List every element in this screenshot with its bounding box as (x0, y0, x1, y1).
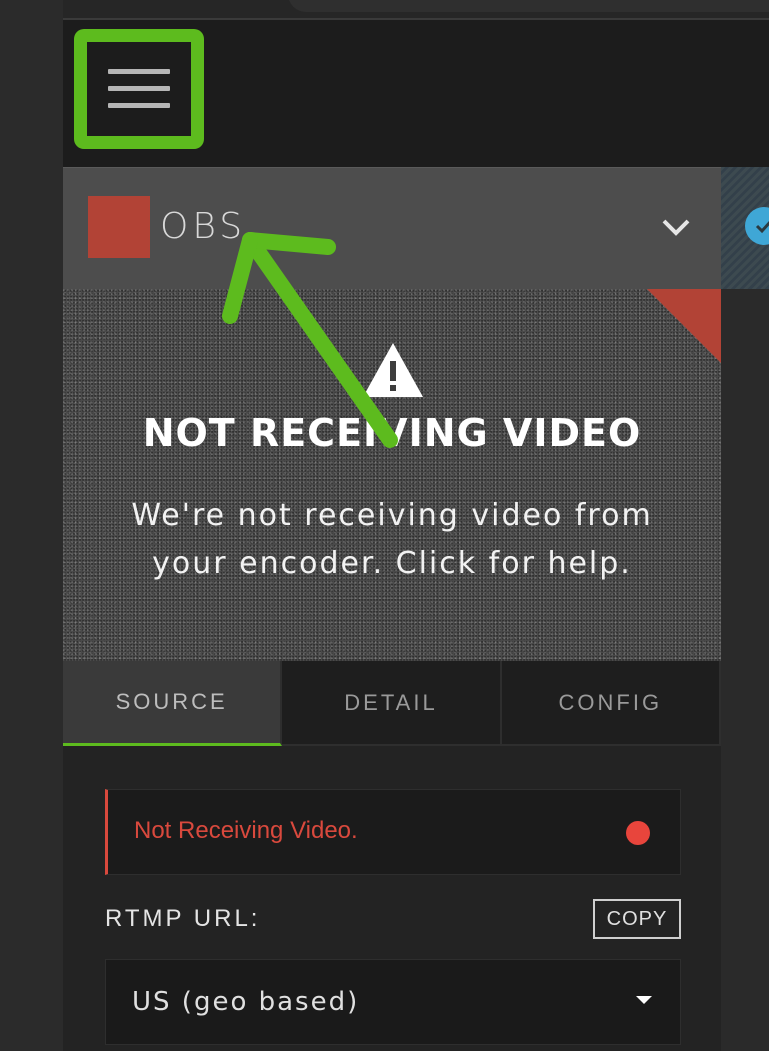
check-circle-icon (745, 207, 769, 245)
rtmp-region-value: US (geo based) (132, 987, 360, 1017)
video-preview-help[interactable]: NOT RECEIVING VIDEO We're not receiving … (63, 289, 721, 661)
tab-source[interactable]: SOURCE (63, 661, 283, 746)
left-gutter (0, 0, 63, 1051)
caret-down-icon (636, 996, 652, 1004)
stream-app: OBS NOT RECEIVING VIDEO We're not receiv… (63, 0, 769, 1051)
copy-button[interactable]: COPY (593, 899, 681, 939)
source-name: OBS (160, 206, 247, 247)
hamburger-menu-button[interactable] (83, 36, 195, 140)
source-selector[interactable]: OBS (63, 167, 721, 289)
status-corner-flag (647, 289, 721, 363)
source-panel: Not Receiving Video. RTMP URL: COPY US (… (63, 746, 721, 1051)
rtmp-region-select[interactable]: US (geo based) (105, 959, 681, 1045)
tab-detail[interactable]: DETAIL (282, 661, 502, 746)
tab-config[interactable]: CONFIG (501, 661, 721, 746)
video-help-text[interactable]: We're not receiving video from your enco… (103, 492, 681, 588)
rtmp-url-label: RTMP URL: (105, 905, 261, 932)
stream-status-alert: Not Receiving Video. (105, 789, 681, 875)
hamburger-menu-icon (108, 63, 170, 114)
top-bar (63, 0, 769, 20)
video-status-title: NOT RECEIVING VIDEO (142, 411, 642, 455)
chevron-down-icon[interactable] (661, 212, 691, 242)
status-dot-icon (626, 821, 650, 845)
source-color-swatch (88, 196, 150, 258)
stream-status-text: Not Receiving Video. (134, 817, 358, 844)
right-side-strip (721, 289, 769, 1051)
top-bar-search[interactable] (288, 0, 769, 12)
source-tabs: SOURCE DETAIL CONFIG (63, 661, 721, 746)
adjacent-source-strip[interactable] (721, 167, 769, 289)
warning-triangle-icon (363, 343, 423, 397)
